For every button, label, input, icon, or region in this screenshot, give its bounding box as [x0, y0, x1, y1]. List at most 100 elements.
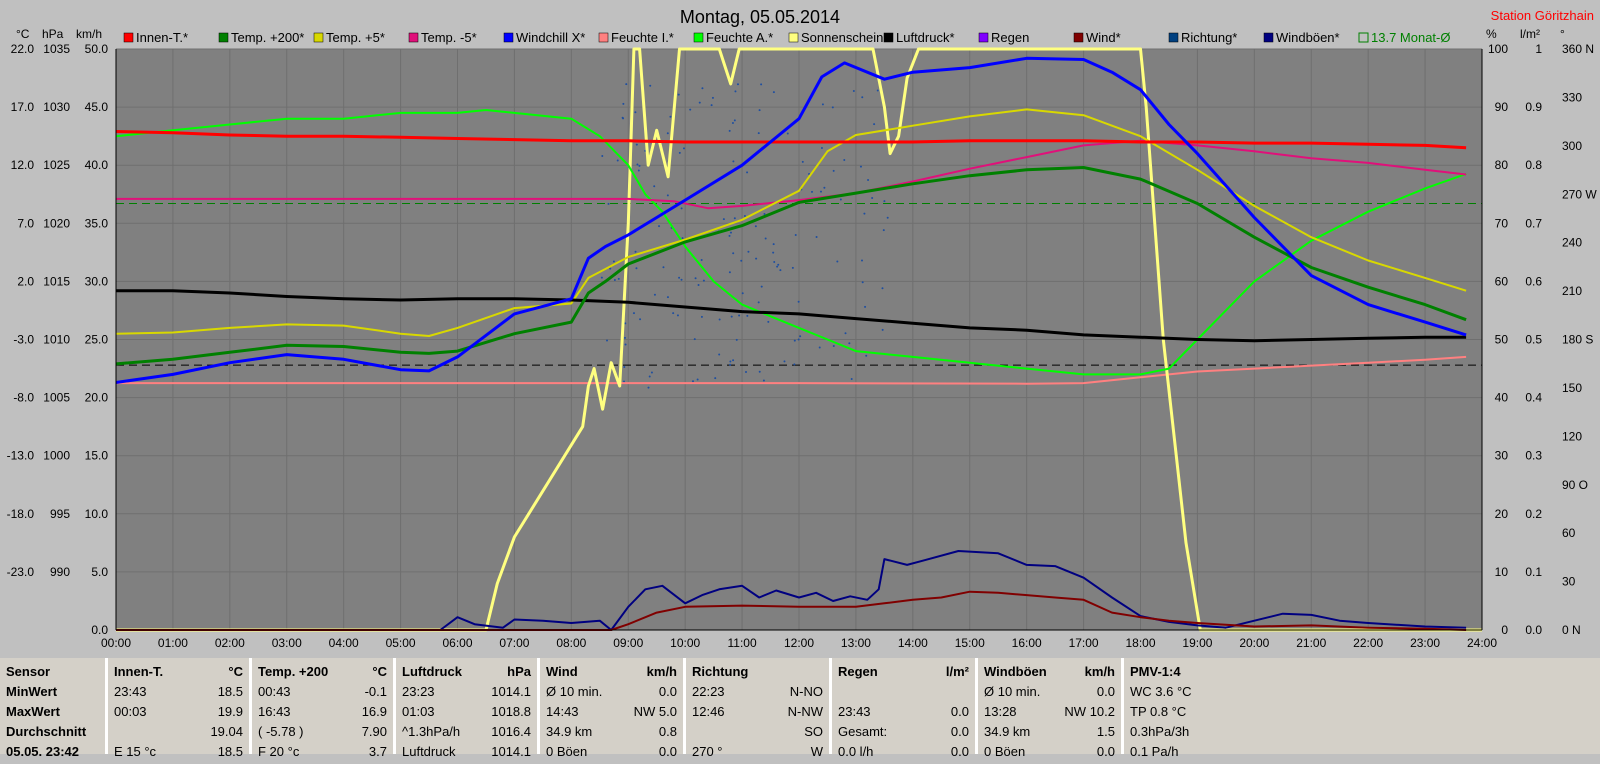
direction-dot: [735, 338, 738, 341]
unit-temp: °C: [16, 27, 30, 41]
direction-dot: [777, 263, 780, 266]
col-pmv: PMV-1:4 WC 3.6 °C TP 0.8 °C 0.3hPa/3h 0.…: [1124, 658, 1600, 759]
temp-tick-label: 22.0: [11, 42, 35, 56]
direction-tick-label: 60: [1562, 526, 1576, 540]
direction-dot: [693, 338, 696, 341]
direction-dot: [623, 365, 626, 368]
wind-tick-label: 40.0: [85, 158, 109, 172]
pmv-windchill: WC 3.6 °C: [1130, 684, 1192, 699]
wind-tick-label: 35.0: [85, 216, 109, 230]
direction-dot: [810, 190, 813, 193]
boeen-avg10-value: 0.0: [1096, 684, 1115, 699]
direction-dot: [710, 104, 713, 107]
direction-dot: [697, 284, 700, 287]
direction-dot: [689, 108, 692, 111]
luftdruck-min-time: 23:23: [402, 684, 435, 699]
temp-tick-label: -13.0: [7, 449, 35, 463]
direction-dot: [762, 379, 765, 382]
boeen-avg-value: 1.5: [1096, 724, 1115, 739]
wind-gusts-label: 0 Böen: [546, 744, 588, 759]
direction-tick-label: 30: [1562, 575, 1576, 589]
humidity-tick-label: 0: [1501, 623, 1508, 637]
direction-dot: [606, 339, 609, 342]
temp200-unit: °C: [372, 664, 387, 679]
rain-tick-label: 0.8: [1525, 158, 1542, 172]
legend-label: Temp. -5*: [421, 30, 477, 45]
legend-label: 13.7 Monat-Ø: [1371, 30, 1451, 45]
direction-dot: [698, 101, 701, 104]
innen-title: Innen-T.: [114, 664, 164, 679]
label-max: MaxWert: [6, 704, 60, 719]
innen-max-time: 00:03: [114, 704, 147, 719]
direction-dot: [839, 198, 842, 201]
direction-dot: [636, 163, 639, 166]
direction-dot: [669, 115, 672, 118]
direction-dot: [731, 122, 734, 125]
direction-dot: [681, 237, 684, 240]
regen-unit: l/m²: [945, 664, 969, 679]
pressure-tick-label: 1005: [43, 391, 70, 405]
direction-dot: [850, 378, 853, 381]
pressure-tick-label: 1000: [43, 449, 70, 463]
rain-tick-label: 0.1: [1525, 565, 1542, 579]
direction-dot: [694, 277, 697, 280]
richtung-min-value: N-NO: [789, 684, 823, 699]
unit-humidity: %: [1486, 27, 1497, 41]
legend-label: Windböen*: [1276, 30, 1340, 45]
direction-dot: [881, 287, 884, 290]
temp-tick-label: 12.0: [11, 158, 35, 172]
wind-tick-label: 20.0: [85, 391, 109, 405]
direction-dot: [736, 83, 739, 86]
direction-dot: [747, 250, 750, 253]
direction-dot: [819, 190, 822, 193]
direction-dot: [745, 370, 748, 373]
direction-tick-label: 360 N: [1562, 42, 1594, 56]
direction-dot: [696, 378, 699, 381]
direction-dot: [638, 164, 641, 167]
luftdruck-trend: ^1.3hPa/h: [402, 724, 461, 739]
direction-dot: [741, 292, 744, 295]
legend-swatch: [693, 32, 704, 43]
direction-dot: [729, 363, 732, 366]
direction-dot: [621, 116, 624, 119]
direction-dot: [648, 375, 651, 378]
direction-dot: [600, 276, 603, 279]
temp-tick-label: -8.0: [13, 391, 34, 405]
direction-dot: [760, 83, 763, 86]
direction-dot: [755, 257, 758, 260]
luftdruck-max-value: 1018.8: [491, 704, 531, 719]
direction-dot: [757, 132, 760, 135]
wind-max-time: 14:43: [546, 704, 579, 719]
direction-dot: [677, 93, 680, 96]
direction-dot: [680, 278, 683, 281]
direction-dot: [760, 285, 763, 288]
rain-tick-label: 0.2: [1525, 507, 1542, 521]
legend-label: Luftdruck*: [896, 30, 955, 45]
humidity-tick-label: 20: [1495, 507, 1509, 521]
col-luftdruck: Luftdruck hPa 23:23 1014.1 01:03 1018.8 ^1.…: [396, 658, 540, 759]
direction-dot: [791, 266, 794, 269]
chart-title: Montag, 05.05.2014: [680, 7, 840, 27]
direction-dot: [701, 87, 704, 90]
richtung-max-value: N-NW: [787, 704, 823, 719]
richtung-title: Richtung: [692, 664, 749, 679]
temp200-max-value: 16.9: [361, 704, 387, 719]
direction-dot: [634, 111, 637, 114]
direction-dot: [653, 293, 656, 296]
pressure-tick-label: 995: [50, 507, 70, 521]
humidity-tick-label: 50: [1495, 333, 1509, 347]
regen-max-time: 23:43: [838, 704, 871, 719]
direction-dot: [682, 147, 685, 150]
luftdruck-title: Luftdruck: [402, 664, 462, 679]
station-name: Station Göritzhain: [1491, 8, 1594, 23]
direction-tick-label: 240: [1562, 236, 1582, 250]
temp-tick-label: 2.0: [17, 274, 34, 288]
direction-dot: [700, 259, 703, 262]
rain-tick-label: 0.3: [1525, 449, 1542, 463]
direction-dot: [612, 260, 615, 263]
humidity-tick-label: 80: [1495, 158, 1509, 172]
legend-label: Innen-T.*: [136, 30, 188, 45]
wind-title: Wind: [546, 664, 578, 679]
wind-tick-label: 10.0: [85, 507, 109, 521]
temp200-title: Temp. +200: [258, 664, 329, 679]
